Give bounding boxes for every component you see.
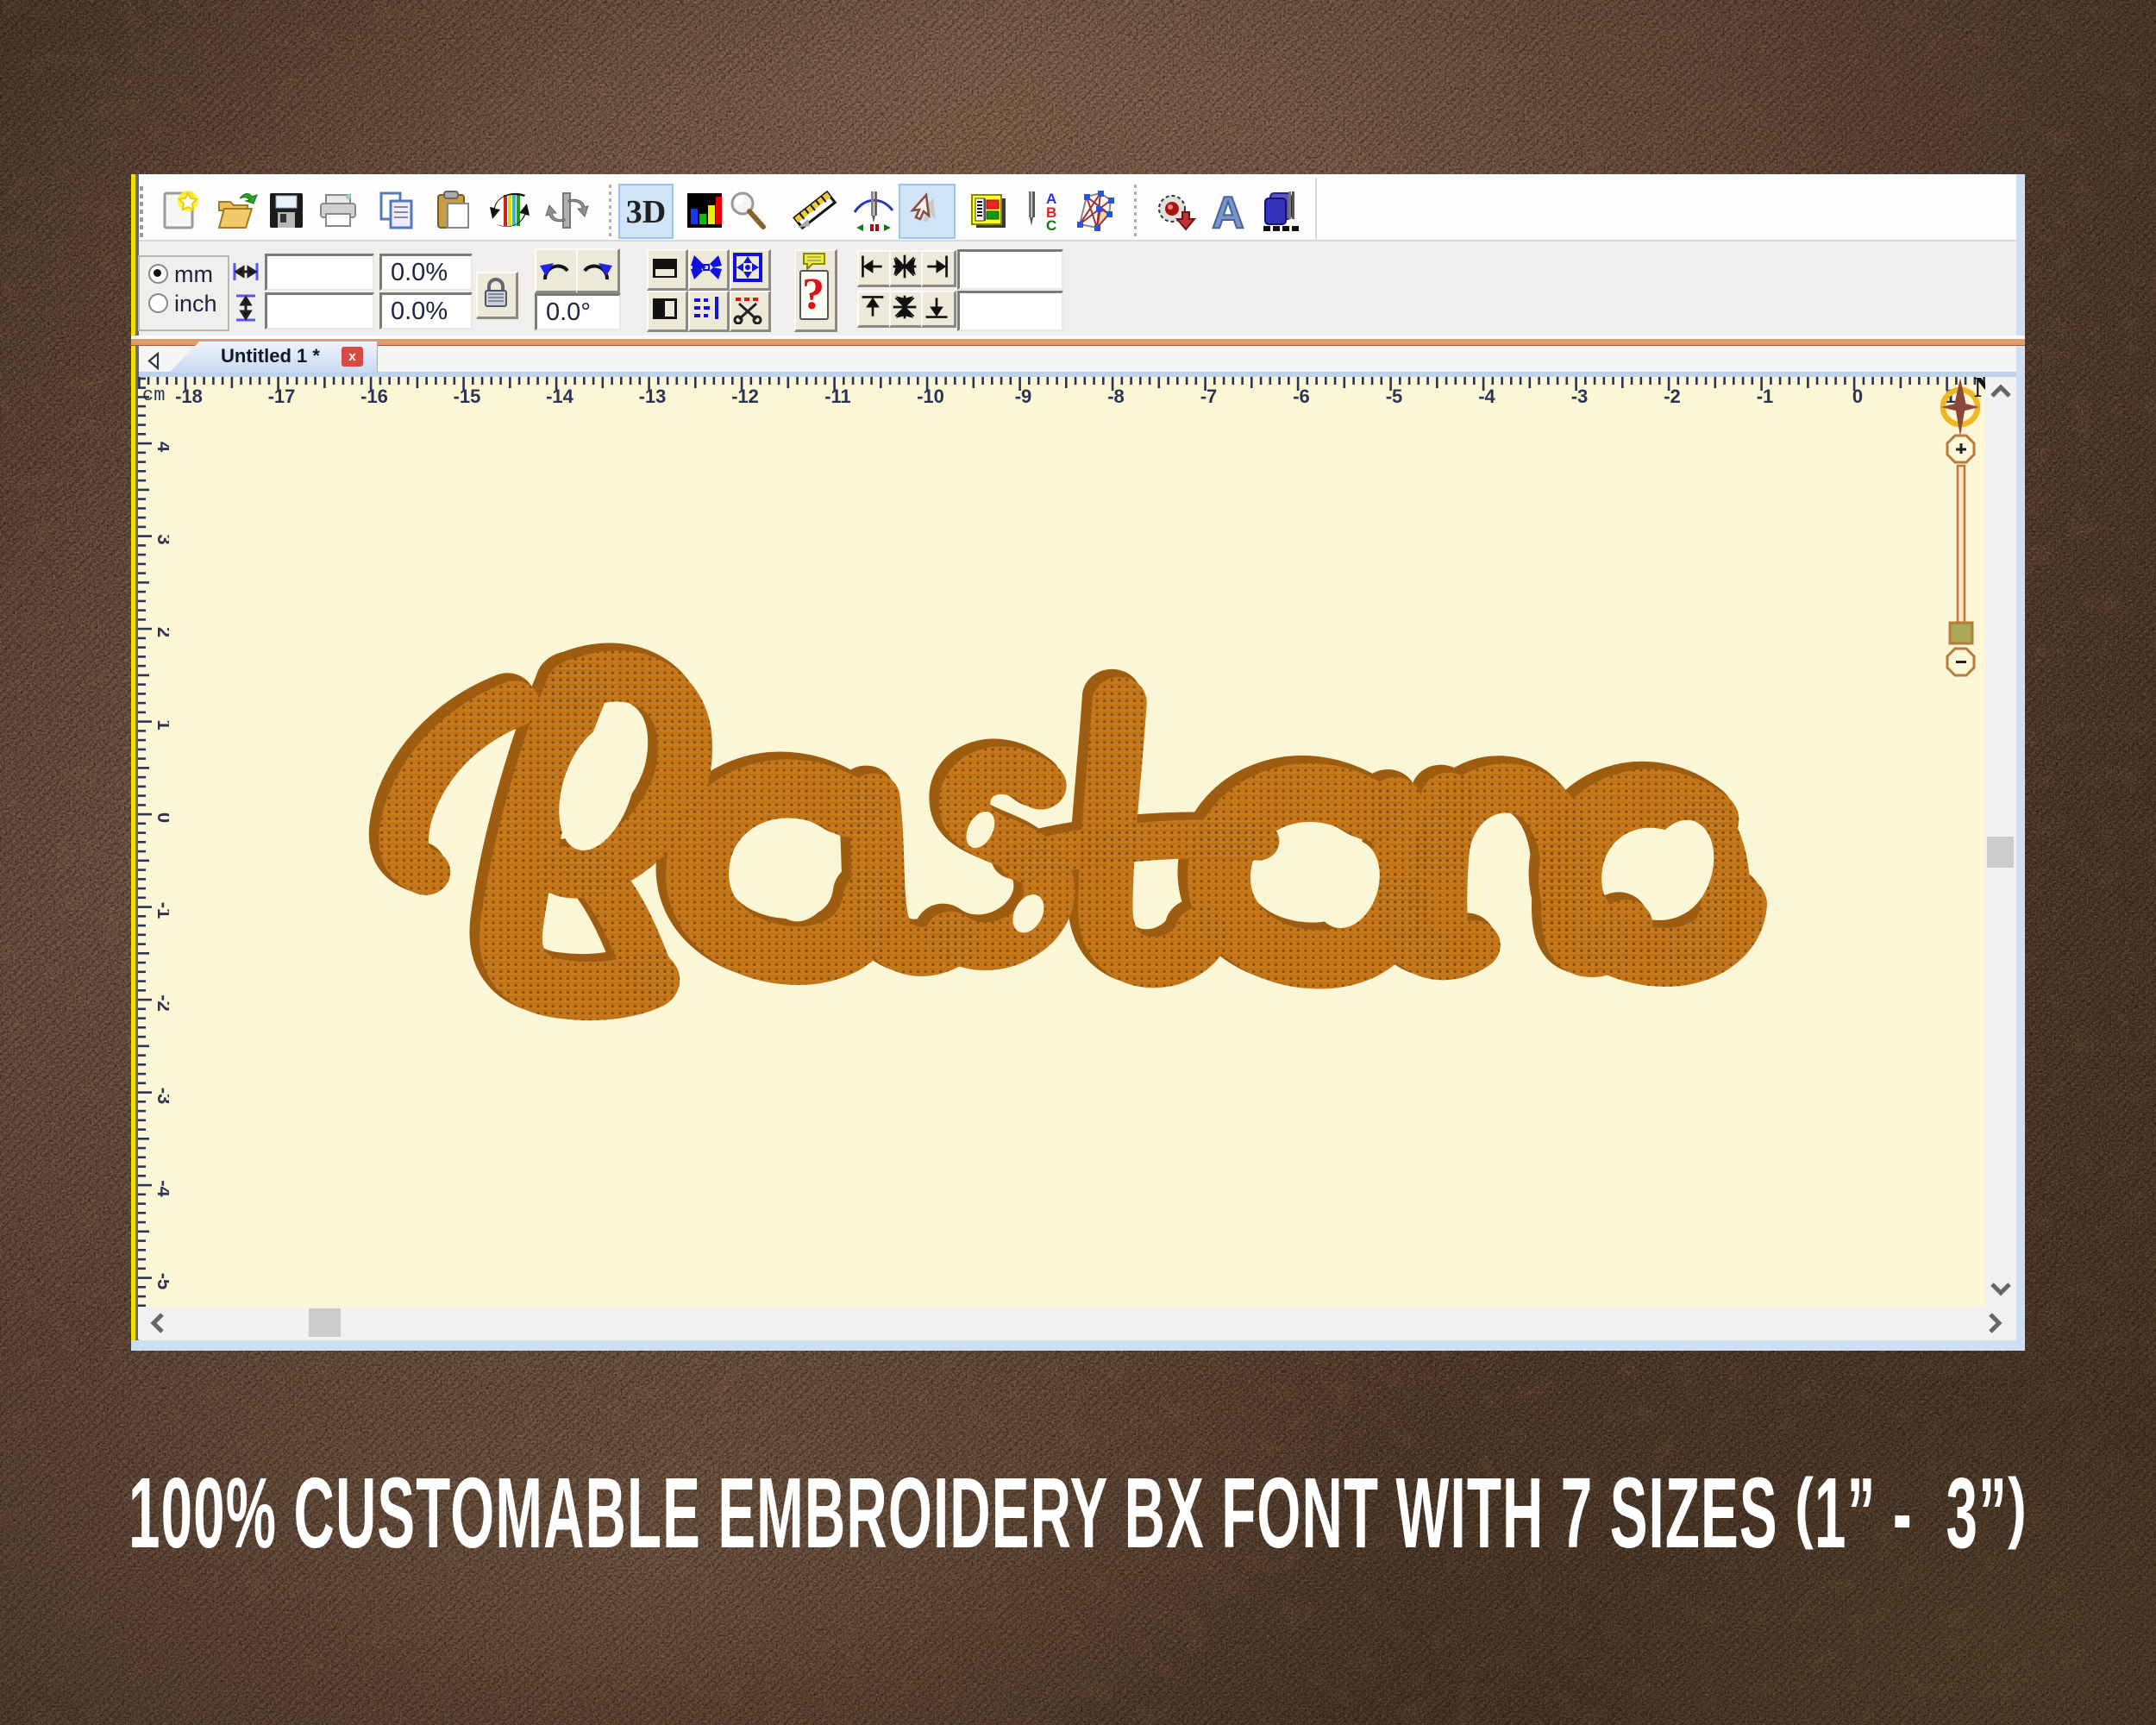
svg-text:2: 2 bbox=[154, 627, 169, 637]
svg-text:-16: -16 bbox=[360, 386, 388, 407]
svg-text:A: A bbox=[1212, 188, 1244, 238]
svg-text:-11: -11 bbox=[824, 386, 851, 407]
svg-text:-3: -3 bbox=[154, 1088, 169, 1105]
svg-text:-15: -15 bbox=[454, 386, 481, 407]
svg-text:-4: -4 bbox=[154, 1180, 169, 1197]
svg-text:-3: -3 bbox=[1571, 386, 1589, 407]
svg-text:0: 0 bbox=[154, 812, 169, 823]
svg-text:-1: -1 bbox=[154, 902, 169, 919]
svg-text:3: 3 bbox=[154, 534, 169, 544]
svg-text:-6: -6 bbox=[1293, 386, 1310, 407]
svg-text:-5: -5 bbox=[154, 1273, 169, 1290]
svg-text:-18: -18 bbox=[175, 386, 203, 407]
svg-text:-4: -4 bbox=[1478, 386, 1495, 407]
svg-text:-7: -7 bbox=[1200, 386, 1218, 407]
svg-text:-12: -12 bbox=[731, 386, 759, 407]
svg-text:-2: -2 bbox=[154, 994, 169, 1012]
svg-text:3D: 3D bbox=[626, 194, 666, 230]
svg-text:?: ? bbox=[802, 270, 824, 319]
svg-text:-1: -1 bbox=[1757, 386, 1774, 407]
svg-text:-17: -17 bbox=[268, 386, 296, 407]
svg-text:C: C bbox=[1046, 217, 1056, 234]
svg-text:-8: -8 bbox=[1107, 386, 1125, 407]
svg-text:0: 0 bbox=[1852, 386, 1863, 407]
svg-text:-2: -2 bbox=[1664, 386, 1681, 407]
svg-text:-9: -9 bbox=[1015, 386, 1032, 407]
svg-text:-14: -14 bbox=[546, 386, 574, 407]
svg-text:4: 4 bbox=[154, 442, 169, 453]
svg-text:-5: -5 bbox=[1386, 386, 1403, 407]
svg-text:-13: -13 bbox=[639, 386, 667, 407]
svg-text:-10: -10 bbox=[917, 386, 944, 407]
svg-text:1: 1 bbox=[154, 719, 169, 730]
